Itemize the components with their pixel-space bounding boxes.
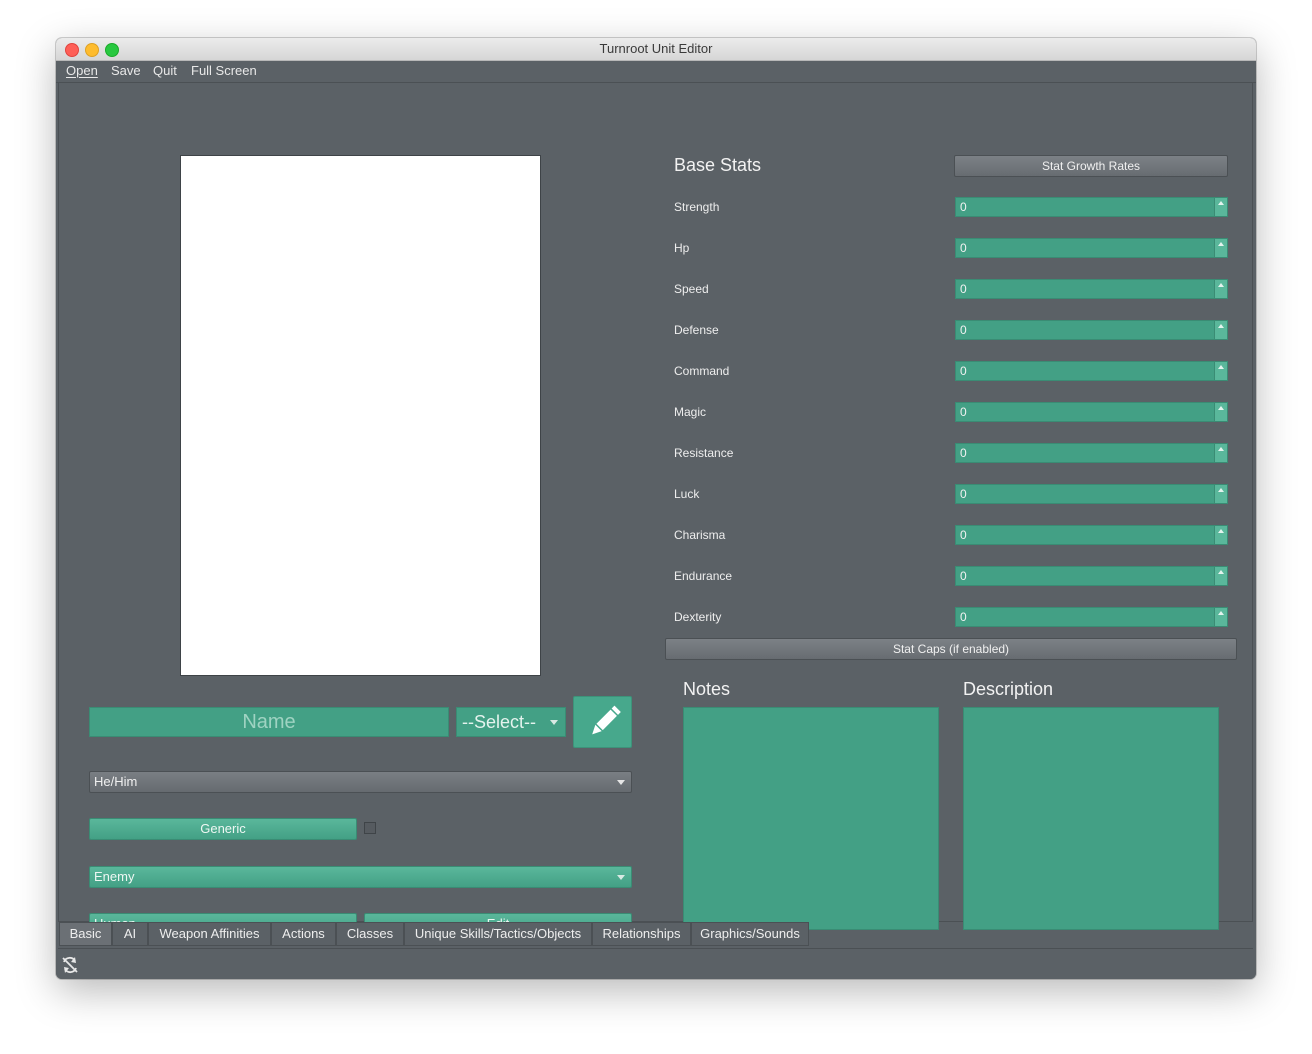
- stat-label-endurance: Endurance: [674, 569, 733, 583]
- description-textarea[interactable]: [963, 707, 1219, 930]
- generic-button[interactable]: Generic: [89, 818, 357, 840]
- spin-up-button[interactable]: [1214, 198, 1227, 216]
- spin-up-button[interactable]: [1214, 567, 1227, 585]
- menu-full-screen[interactable]: Full Screen: [191, 63, 257, 78]
- spin-up-button[interactable]: [1214, 239, 1227, 257]
- chevron-down-icon: [617, 875, 625, 880]
- stat-spinbox-command[interactable]: 0: [955, 361, 1228, 381]
- tab-ai[interactable]: AI: [112, 922, 148, 946]
- stat-label-hp: Hp: [674, 241, 690, 255]
- spin-up-button[interactable]: [1214, 403, 1227, 421]
- chevron-up-icon: [1218, 365, 1224, 369]
- stat-value: 0: [960, 241, 967, 255]
- tab-basic[interactable]: Basic: [59, 922, 112, 946]
- name-input[interactable]: Name: [89, 707, 449, 737]
- stat-spinbox-strength[interactable]: 0: [955, 197, 1228, 217]
- spin-up-button[interactable]: [1214, 444, 1227, 462]
- stat-growth-rates-button[interactable]: Stat Growth Rates: [954, 155, 1228, 177]
- spin-up-button[interactable]: [1214, 362, 1227, 380]
- chevron-down-icon: [617, 780, 625, 785]
- notes-title: Notes: [683, 679, 731, 699]
- allegiance-dropdown[interactable]: Enemy: [89, 866, 632, 888]
- stat-value: 0: [960, 200, 967, 214]
- spin-up-button[interactable]: [1214, 608, 1227, 626]
- stat-value: 0: [960, 323, 967, 337]
- stat-label-luck: Luck: [674, 487, 700, 501]
- stat-label-speed: Speed: [674, 282, 709, 296]
- stat-label-charisma: Charisma: [674, 528, 726, 542]
- pronoun-dropdown-label: He/Him: [94, 774, 138, 789]
- stat-spinbox-resistance[interactable]: 0: [955, 443, 1228, 463]
- stat-value: 0: [960, 446, 967, 460]
- spin-up-button[interactable]: [1214, 485, 1227, 503]
- stat-label-resistance: Resistance: [674, 446, 734, 460]
- stat-spinbox-luck[interactable]: 0: [955, 484, 1228, 504]
- stat-label-defense: Defense: [674, 323, 719, 337]
- chevron-up-icon: [1218, 570, 1224, 574]
- select-dropdown-label: --Select--: [462, 712, 537, 732]
- chevron-up-icon: [1218, 283, 1224, 287]
- select-dropdown[interactable]: --Select--: [456, 707, 566, 737]
- chevron-up-icon: [1218, 529, 1224, 533]
- base-stats-title: Base Stats: [674, 155, 762, 175]
- pronoun-dropdown[interactable]: He/Him: [89, 771, 632, 793]
- description-title: Description: [963, 679, 1054, 699]
- stat-caps-button[interactable]: Stat Caps (if enabled): [665, 638, 1237, 660]
- spin-up-button[interactable]: [1214, 280, 1227, 298]
- spin-up-button[interactable]: [1214, 526, 1227, 544]
- tab-relationships[interactable]: Relationships: [592, 922, 691, 946]
- status-bar: [56, 950, 1256, 979]
- chevron-up-icon: [1218, 242, 1224, 246]
- menu-quit[interactable]: Quit: [153, 63, 177, 78]
- chevron-up-icon: [1218, 324, 1224, 328]
- stat-label-strength: Strength: [674, 200, 720, 214]
- chevron-up-icon: [1218, 488, 1224, 492]
- stat-value: 0: [960, 569, 967, 583]
- menu-save[interactable]: Save: [111, 63, 141, 78]
- stat-value: 0: [960, 487, 967, 501]
- stat-value: 0: [960, 528, 967, 542]
- unit-portrait[interactable]: [180, 155, 541, 676]
- chevron-up-icon: [1218, 447, 1224, 451]
- pencil-icon: [592, 705, 621, 735]
- tab-bar: Basic AI Weapon Affinities Actions Class…: [58, 921, 1253, 949]
- title-bar: Turnroot Unit Editor: [56, 38, 1256, 61]
- allegiance-dropdown-label: Enemy: [94, 869, 135, 884]
- chevron-up-icon: [1218, 201, 1224, 205]
- tab-actions[interactable]: Actions: [271, 922, 336, 946]
- tab-unique-skills[interactable]: Unique Skills/Tactics/Objects: [404, 922, 592, 946]
- notes-textarea[interactable]: [683, 707, 939, 930]
- stat-spinbox-charisma[interactable]: 0: [955, 525, 1228, 545]
- menu-open[interactable]: Open: [66, 63, 98, 78]
- chevron-up-icon: [1218, 611, 1224, 615]
- spin-up-button[interactable]: [1214, 321, 1227, 339]
- basic-tab-panel: Name --Select-- He/Him Generic Enemy Bas…: [58, 82, 1253, 935]
- stat-value: 0: [960, 405, 967, 419]
- stat-value: 0: [960, 364, 967, 378]
- stat-spinbox-magic[interactable]: 0: [955, 402, 1228, 422]
- stat-spinbox-endurance[interactable]: 0: [955, 566, 1228, 586]
- menu-bar: Open Save Quit Full Screen: [56, 61, 1256, 83]
- tab-graphics-sounds[interactable]: Graphics/Sounds: [691, 922, 809, 946]
- stat-label-command: Command: [674, 364, 730, 378]
- stat-value: 0: [960, 610, 967, 624]
- app-window: Turnroot Unit Editor Open Save Quit Full…: [56, 38, 1256, 979]
- window-title: Turnroot Unit Editor: [599, 41, 713, 56]
- chevron-up-icon: [1218, 406, 1224, 410]
- stat-spinbox-hp[interactable]: 0: [955, 238, 1228, 258]
- stat-label-dexterity: Dexterity: [674, 610, 722, 624]
- stat-spinbox-defense[interactable]: 0: [955, 320, 1228, 340]
- stat-spinbox-speed[interactable]: 0: [955, 279, 1228, 299]
- chevron-down-icon: [550, 720, 558, 725]
- tab-weapon-affinities[interactable]: Weapon Affinities: [148, 922, 271, 946]
- stat-label-magic: Magic: [674, 405, 707, 419]
- stat-value: 0: [960, 282, 967, 296]
- edit-button[interactable]: [573, 696, 632, 748]
- tab-classes[interactable]: Classes: [336, 922, 404, 946]
- sync-disabled-icon[interactable]: [61, 956, 79, 974]
- stat-spinbox-dexterity[interactable]: 0: [955, 607, 1228, 627]
- generic-checkbox[interactable]: [364, 822, 376, 834]
